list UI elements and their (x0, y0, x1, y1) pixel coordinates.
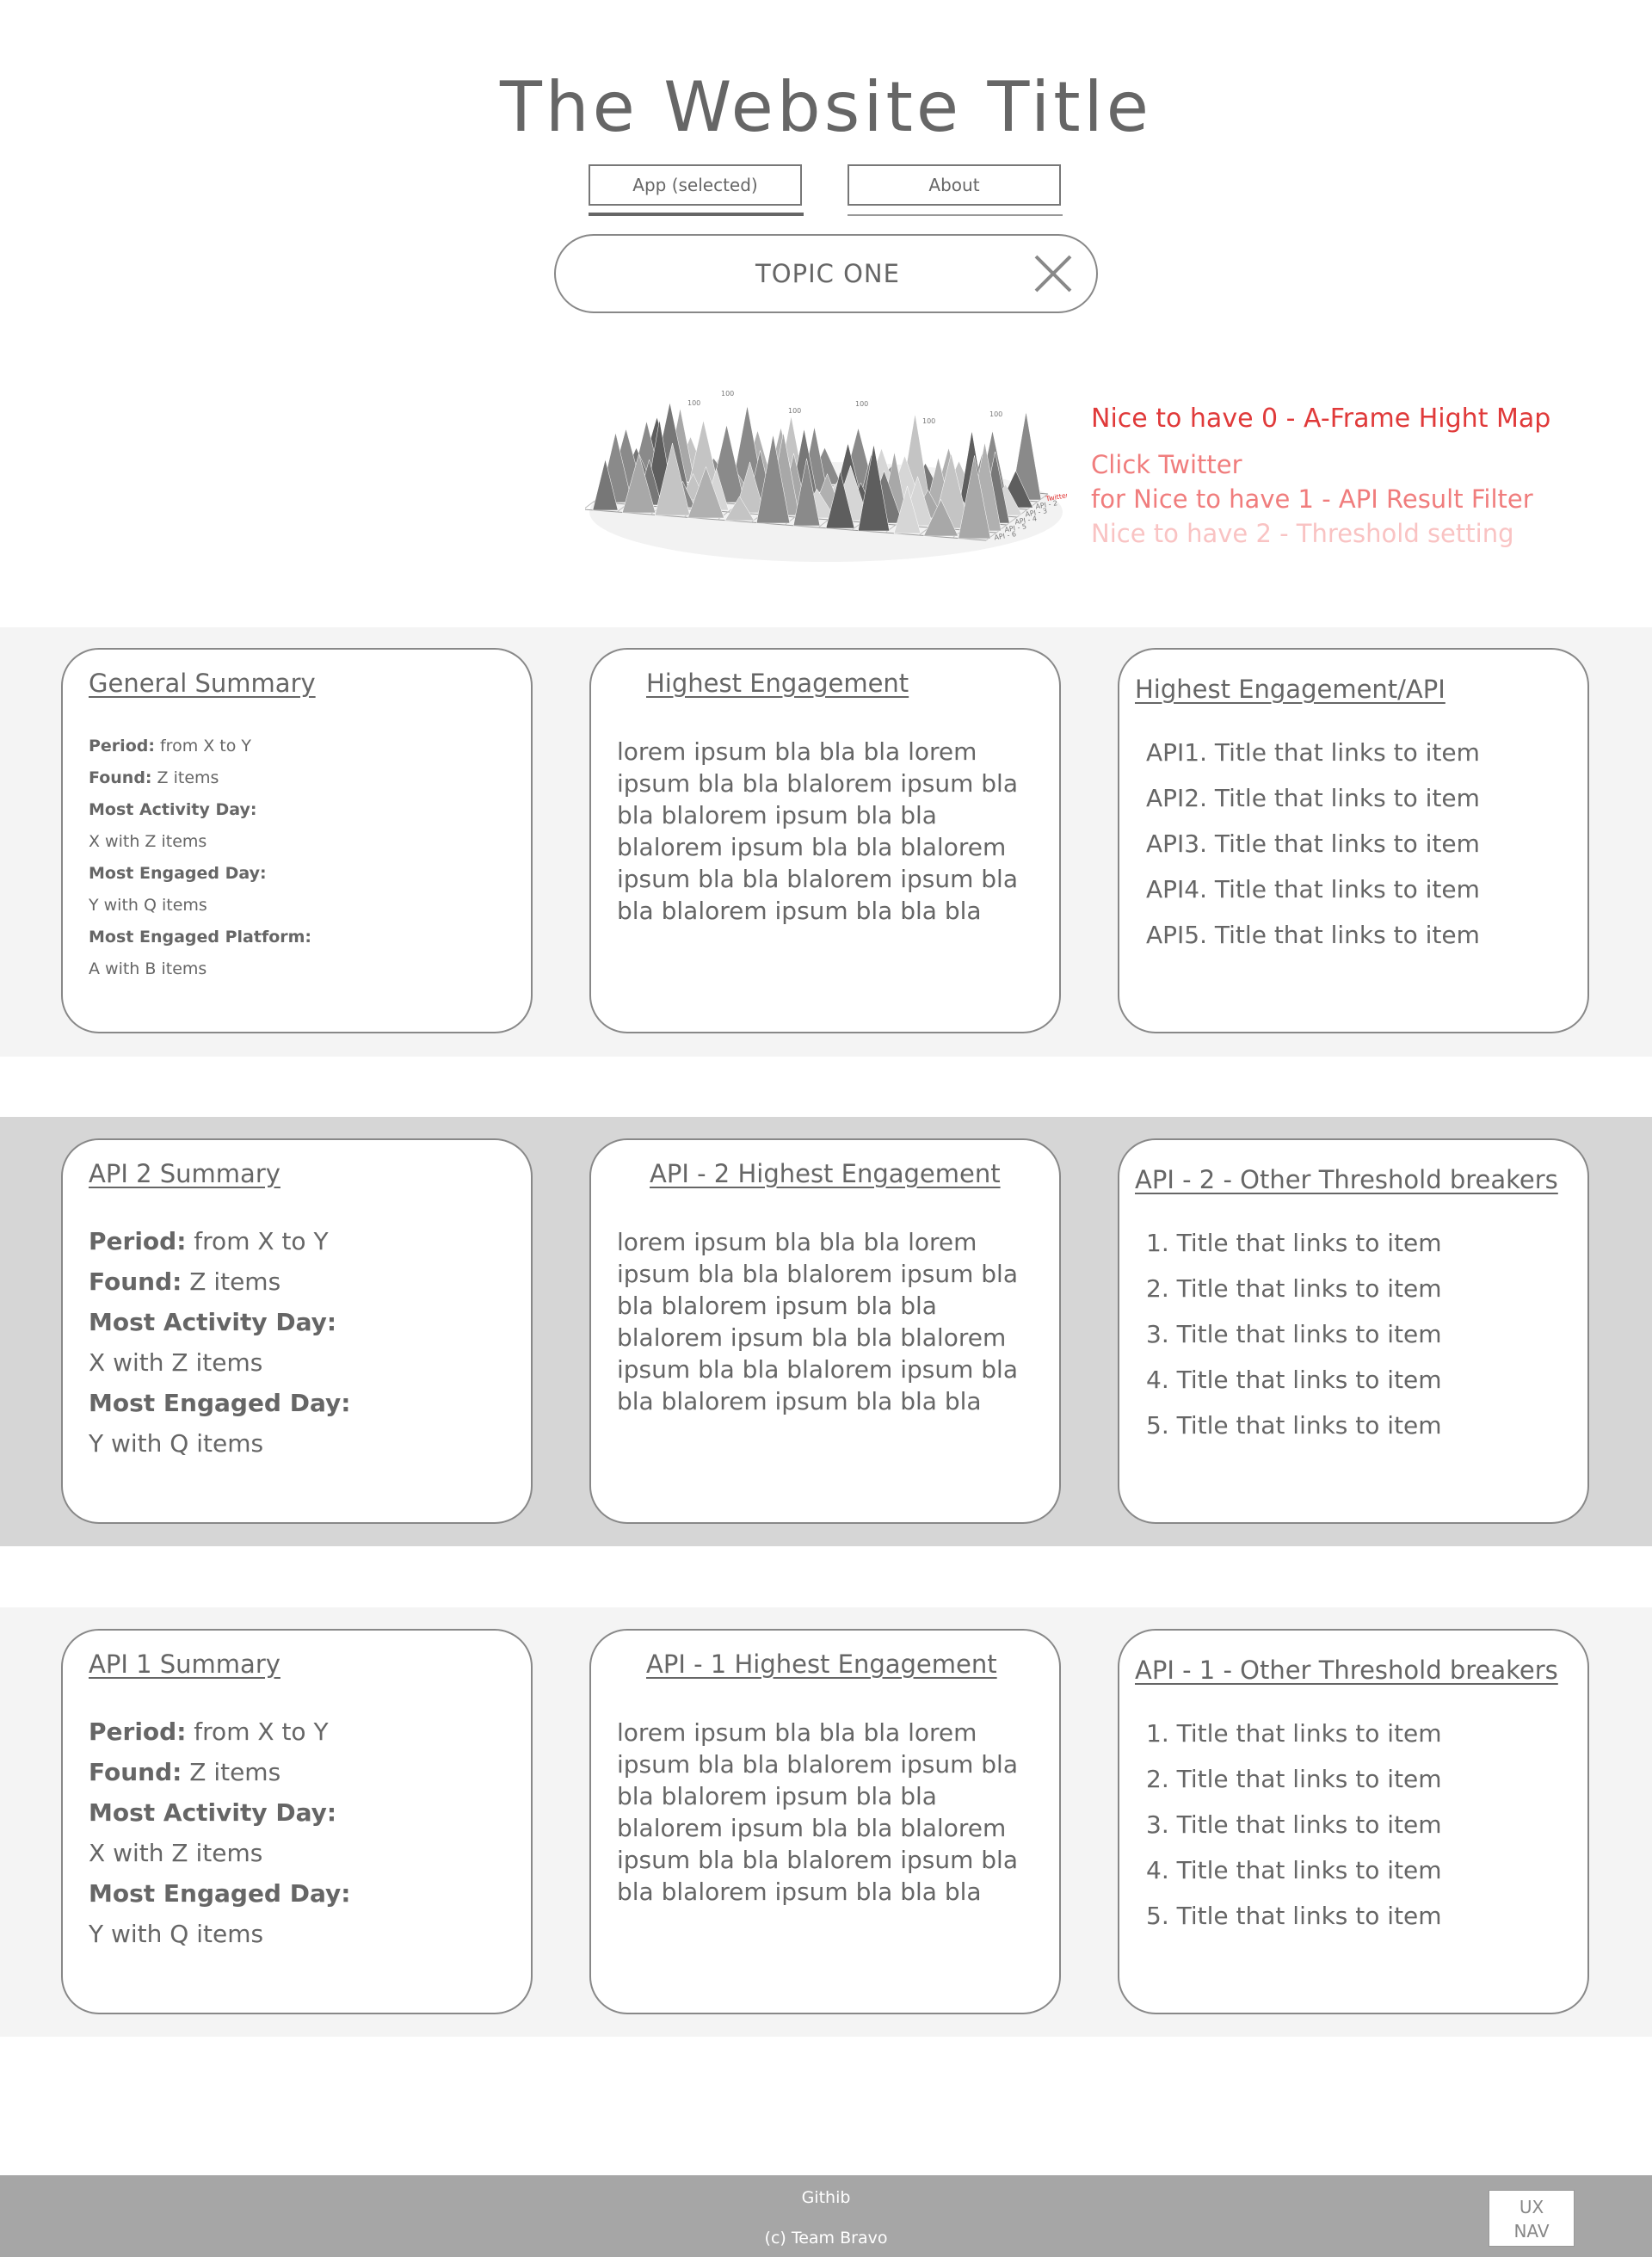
threshold-link[interactable]: 4. Title that links to item (1146, 1847, 1442, 1893)
tab-app-selected-indicator (589, 213, 804, 216)
threshold-link[interactable]: 2. Title that links to item (1146, 1756, 1442, 1802)
summary-found: Found: Z items (89, 768, 219, 787)
nice-to-have-1: for Nice to have 1 - API Result Filter (1091, 484, 1533, 514)
ux-nav-label-line1: UX (1519, 2197, 1544, 2217)
threshold-link[interactable]: 5. Title that links to item (1146, 1403, 1442, 1448)
tab-about[interactable]: About (848, 164, 1061, 206)
summary-engaged-value: Y with Q items (89, 896, 207, 915)
heightmap-peak-label: 100 (922, 417, 935, 425)
click-twitter-note: Click Twitter (1091, 450, 1242, 479)
general-engagement-card: Highest Engagement lorem ipsum bla bla b… (589, 648, 1061, 1033)
close-icon[interactable] (1032, 253, 1074, 294)
api2-summary-card: API 2 Summary Period: from X to Y Found:… (61, 1138, 533, 1524)
nice-to-have-2: Nice to have 2 - Threshold setting (1091, 519, 1514, 548)
ux-nav-label-line2: NAV (1513, 2221, 1550, 2242)
api1-engagement-card: API - 1 Highest Engagement lorem ipsum b… (589, 1629, 1061, 2014)
summary-found: Found: Z items (89, 1758, 281, 1786)
summary-activity-value: X with Z items (89, 1839, 263, 1867)
summary-engaged-label: Most Engaged Day: (89, 1879, 351, 1908)
heightmap-peak-label: 100 (989, 410, 1002, 418)
summary-activity-value: X with Z items (89, 1348, 263, 1377)
threshold-link[interactable]: 1. Title that links to item (1146, 1220, 1442, 1266)
summary-platform-value: A with B items (89, 959, 207, 978)
card-title: Highest Engagement/API (1135, 675, 1446, 704)
heightmap-peak-label: 100 (721, 390, 734, 398)
summary-activity-label: Most Activity Day: (89, 1798, 337, 1827)
summary-activity-label: Most Activity Day: (89, 1308, 337, 1336)
threshold-link[interactable]: 5. Title that links to item (1146, 1893, 1442, 1939)
general-summary-card: General Summary Period: from X to Y Foun… (61, 648, 533, 1033)
general-per-api-card: Highest Engagement/API API1. Title that … (1118, 648, 1589, 1033)
summary-period: Period: from X to Y (89, 1227, 329, 1255)
engagement-body: lorem ipsum bla bla bla lorem ipsum bla … (617, 1228, 1018, 1415)
summary-platform-label: Most Engaged Platform: (89, 928, 312, 947)
ux-nav-button[interactable]: UX NAV (1489, 2190, 1575, 2247)
topic-chip: TOPIC ONE (554, 234, 1098, 313)
summary-list: Period: from X to Y Found: Z items Most … (89, 731, 311, 985)
per-api-link[interactable]: API1. Title that links to item (1146, 730, 1480, 775)
topic-label: TOPIC ONE (755, 259, 900, 288)
summary-engaged-value: Y with Q items (89, 1920, 264, 1948)
card-title: General Summary (89, 669, 316, 698)
per-api-link[interactable]: API3. Title that links to item (1146, 821, 1480, 866)
threshold-link[interactable]: 1. Title that links to item (1146, 1711, 1442, 1756)
card-title[interactable]: API - 2 Highest Engagement (650, 1159, 1001, 1188)
threshold-link[interactable]: 3. Title that links to item (1146, 1802, 1442, 1847)
engagement-body: lorem ipsum bla bla bla lorem ipsum bla … (617, 1718, 1018, 1906)
github-link[interactable]: Githib (0, 2188, 1652, 2207)
per-api-link[interactable]: API5. Title that links to item (1146, 912, 1480, 958)
summary-list: Period: from X to Y Found: Z items Most … (89, 1221, 350, 1464)
tab-app[interactable]: App (selected) (589, 164, 802, 206)
card-title: API - 2 - Other Threshold breakers (1135, 1165, 1558, 1194)
summary-period: Period: from X to Y (89, 737, 252, 755)
copyright-text: (c) Team Bravo (764, 2229, 888, 2248)
per-api-list: API1. Title that links to item API2. Tit… (1146, 730, 1480, 958)
summary-engaged-label: Most Engaged Day: (89, 864, 267, 883)
threshold-link[interactable]: 4. Title that links to item (1146, 1357, 1442, 1403)
summary-period: Period: from X to Y (89, 1717, 329, 1746)
card-title: API - 1 - Other Threshold breakers (1135, 1656, 1558, 1685)
heightmap-peak-label: 100 (687, 399, 700, 407)
threshold-list: 1. Title that links to item 2. Title tha… (1146, 1711, 1442, 1939)
api1-threshold-card: API - 1 - Other Threshold breakers 1. Ti… (1118, 1629, 1589, 2014)
threshold-link[interactable]: 2. Title that links to item (1146, 1266, 1442, 1311)
card-title[interactable]: Highest Engagement (646, 669, 909, 698)
api2-threshold-card: API - 2 - Other Threshold breakers 1. Ti… (1118, 1138, 1589, 1524)
threshold-list: 1. Title that links to item 2. Title tha… (1146, 1220, 1442, 1448)
threshold-link[interactable]: 3. Title that links to item (1146, 1311, 1442, 1357)
aframe-height-map[interactable]: 100100100100100100TwitterAPI - 2API - 3A… (585, 361, 1067, 568)
summary-list: Period: from X to Y Found: Z items Most … (89, 1711, 350, 1954)
card-title[interactable]: API - 1 Highest Engagement (646, 1650, 997, 1679)
heightmap-peak-label: 100 (855, 400, 868, 408)
summary-found: Found: Z items (89, 1267, 281, 1296)
summary-engaged-label: Most Engaged Day: (89, 1389, 351, 1417)
heightmap-peak-label: 100 (788, 407, 801, 415)
site-title: The Website Title (500, 67, 1152, 147)
api1-summary-card: API 1 Summary Period: from X to Y Found:… (61, 1629, 533, 2014)
per-api-link[interactable]: API2. Title that links to item (1146, 775, 1480, 821)
card-title: API 1 Summary (89, 1650, 280, 1679)
per-api-link[interactable]: API4. Title that links to item (1146, 866, 1480, 912)
summary-activity-label: Most Activity Day: (89, 800, 257, 819)
api2-engagement-card: API - 2 Highest Engagement lorem ipsum b… (589, 1138, 1061, 1524)
card-title: API 2 Summary (89, 1159, 280, 1188)
engagement-body: lorem ipsum bla bla bla lorem ipsum bla … (617, 737, 1018, 925)
summary-activity-value: X with Z items (89, 832, 207, 851)
summary-engaged-value: Y with Q items (89, 1429, 264, 1458)
tab-about-indicator (848, 214, 1063, 216)
nice-to-have-0: Nice to have 0 - A-Frame Hight Map (1091, 404, 1551, 434)
